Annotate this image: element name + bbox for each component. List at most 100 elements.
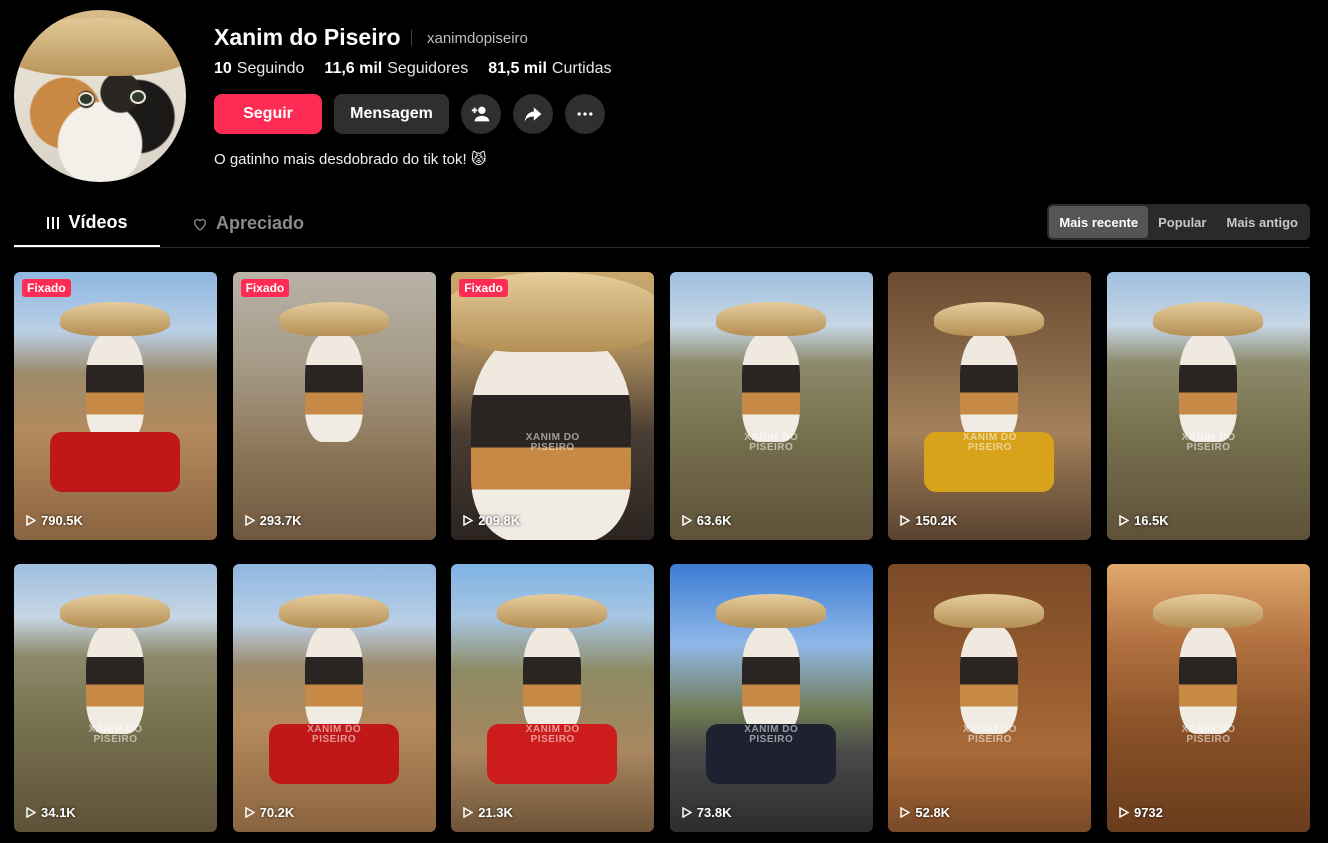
- view-count: 293.7K: [244, 513, 302, 528]
- stat-followers[interactable]: 11,6 mil Seguidores: [324, 60, 468, 78]
- sort-popular[interactable]: Popular: [1148, 206, 1216, 238]
- play-icon: [682, 807, 692, 818]
- profile-stats: 10 Seguindo 11,6 mil Seguidores 81,5 mil Cu…: [214, 60, 611, 78]
- pinned-badge: Fixado: [22, 279, 71, 297]
- cat-hat: [60, 594, 170, 628]
- play-icon: [244, 807, 255, 818]
- cat-hat: [1152, 594, 1263, 628]
- add-friend-button[interactable]: [461, 94, 501, 134]
- play-icon: [26, 807, 36, 818]
- grid-icon: [47, 216, 60, 229]
- cat-figure: [1178, 624, 1237, 734]
- avatar-eye-left: [78, 92, 94, 106]
- view-count: 21.3K: [463, 805, 513, 820]
- cat-figure: [304, 332, 363, 442]
- sort-newest[interactable]: Mais recente: [1049, 206, 1149, 238]
- video-card[interactable]: XANIM DO PISEIRO 21.3K: [451, 564, 655, 832]
- watermark: XANIM DO PISEIRO: [1181, 431, 1236, 454]
- watermark: XANIM DO PISEIRO: [307, 723, 362, 746]
- watermark: XANIM DO PISEIRO: [962, 431, 1017, 454]
- name-divider: [411, 30, 412, 46]
- video-card[interactable]: Fixado 790.5K: [14, 272, 217, 540]
- cat-hat: [934, 302, 1045, 336]
- video-card[interactable]: XANIM DO PISEIRO 16.5K: [1106, 272, 1310, 540]
- pinned-badge: Fixado: [459, 279, 508, 297]
- cat-figure: [1178, 332, 1237, 442]
- video-card[interactable]: XANIM DO PISEIRO 52.8K: [888, 564, 1092, 832]
- watermark: XANIM DO PISEIRO: [525, 431, 580, 454]
- video-card[interactable]: XANIM DO PISEIRO 150.2K: [888, 272, 1092, 540]
- play-icon: [900, 515, 911, 526]
- view-count: 70.2K: [244, 805, 294, 820]
- cat-hat: [1152, 302, 1263, 336]
- view-count: 34.1K: [26, 805, 76, 820]
- cat-figure: [741, 332, 800, 442]
- stat-likes: 81,5 mil Curtidas: [488, 60, 612, 77]
- view-count: 790.5K: [26, 513, 83, 528]
- play-icon: [1119, 515, 1129, 526]
- play-icon: [244, 515, 255, 526]
- avatar-eye-right: [130, 90, 146, 104]
- cat-hat: [715, 302, 826, 336]
- video-card[interactable]: XANIM DO PISEIRO 70.2K: [232, 564, 436, 832]
- cat-figure: [86, 624, 144, 734]
- view-count: 52.8K: [900, 805, 950, 820]
- profile-name: Xanim do Piseiro: [214, 24, 401, 50]
- video-grid: Fixado 790.5K Fixado 293.7K XANIM DO PISEIRO F…: [14, 272, 1310, 832]
- message-button[interactable]: Mensagem: [334, 94, 449, 134]
- watermark: XANIM DO PISEIRO: [744, 431, 799, 454]
- video-card[interactable]: XANIM DO PISEIRO 9732: [1106, 564, 1310, 832]
- cat-figure: [304, 624, 363, 734]
- tab-videos[interactable]: Vídeos: [14, 200, 160, 247]
- heart-icon: [194, 218, 206, 231]
- play-icon: [26, 515, 36, 526]
- play-icon: [463, 515, 474, 526]
- video-card[interactable]: XANIM DO PISEIRO 73.8K: [669, 564, 873, 832]
- watermark: XANIM DO PISEIRO: [962, 723, 1017, 746]
- sort-toggle: Mais recente Popular Mais antigo: [1047, 204, 1310, 240]
- video-card[interactable]: XANIM DO PISEIRO 63.6K: [669, 272, 873, 540]
- tab-liked-label: Apreciado: [216, 213, 305, 233]
- watermark: XANIM DO PISEIRO: [744, 723, 799, 746]
- view-count: 16.5K: [1119, 513, 1169, 528]
- play-icon: [1119, 807, 1129, 818]
- stat-following[interactable]: 10 Seguindo: [214, 60, 304, 78]
- view-count: 63.6K: [682, 513, 731, 528]
- follow-button[interactable]: Seguir: [214, 94, 322, 134]
- watermark: XANIM DO PISEIRO: [1181, 723, 1236, 746]
- cat-figure: [960, 624, 1019, 734]
- pinned-badge: Fixado: [240, 279, 290, 297]
- profile-avatar[interactable]: [14, 10, 186, 182]
- cat-hat: [278, 302, 389, 336]
- view-count: 9732: [1119, 805, 1163, 820]
- cat-hat: [715, 594, 826, 628]
- view-count: 150.2K: [900, 513, 957, 528]
- profile-tabs: Vídeos Apreciado Mais recente Popular Ma…: [14, 200, 1310, 248]
- cat-figure: [523, 624, 582, 734]
- cat-figure: [741, 624, 800, 734]
- play-icon: [682, 515, 692, 526]
- cat-figure: [86, 332, 144, 442]
- watermark: XANIM DO PISEIRO: [88, 723, 143, 746]
- tab-liked[interactable]: Apreciado: [192, 200, 304, 247]
- video-card[interactable]: Fixado 293.7K: [232, 272, 436, 540]
- watermark: XANIM DO PISEIRO: [525, 723, 580, 746]
- cat-hat: [934, 594, 1045, 628]
- more-options-button[interactable]: [565, 94, 605, 134]
- tab-videos-label: Vídeos: [68, 212, 128, 232]
- motorcycle: [50, 432, 180, 492]
- profile-bio: O gatinho mais desdobrado do tik tok! 😾: [214, 151, 487, 168]
- play-icon: [463, 807, 474, 818]
- sort-oldest[interactable]: Mais antigo: [1216, 206, 1308, 238]
- more-icon: [577, 112, 593, 116]
- video-card[interactable]: XANIM DO PISEIRO 34.1K: [14, 564, 217, 832]
- share-icon: [524, 107, 542, 122]
- view-count: 209.8K: [463, 513, 520, 528]
- add-user-icon: [471, 106, 490, 122]
- cat-hat: [60, 302, 170, 336]
- view-count: 73.8K: [682, 805, 731, 820]
- cat-hat: [497, 594, 608, 628]
- video-card[interactable]: XANIM DO PISEIRO Fixado 209.8K: [451, 272, 655, 540]
- profile-actions: Seguir Mensagem: [214, 94, 605, 134]
- share-button[interactable]: [513, 94, 553, 134]
